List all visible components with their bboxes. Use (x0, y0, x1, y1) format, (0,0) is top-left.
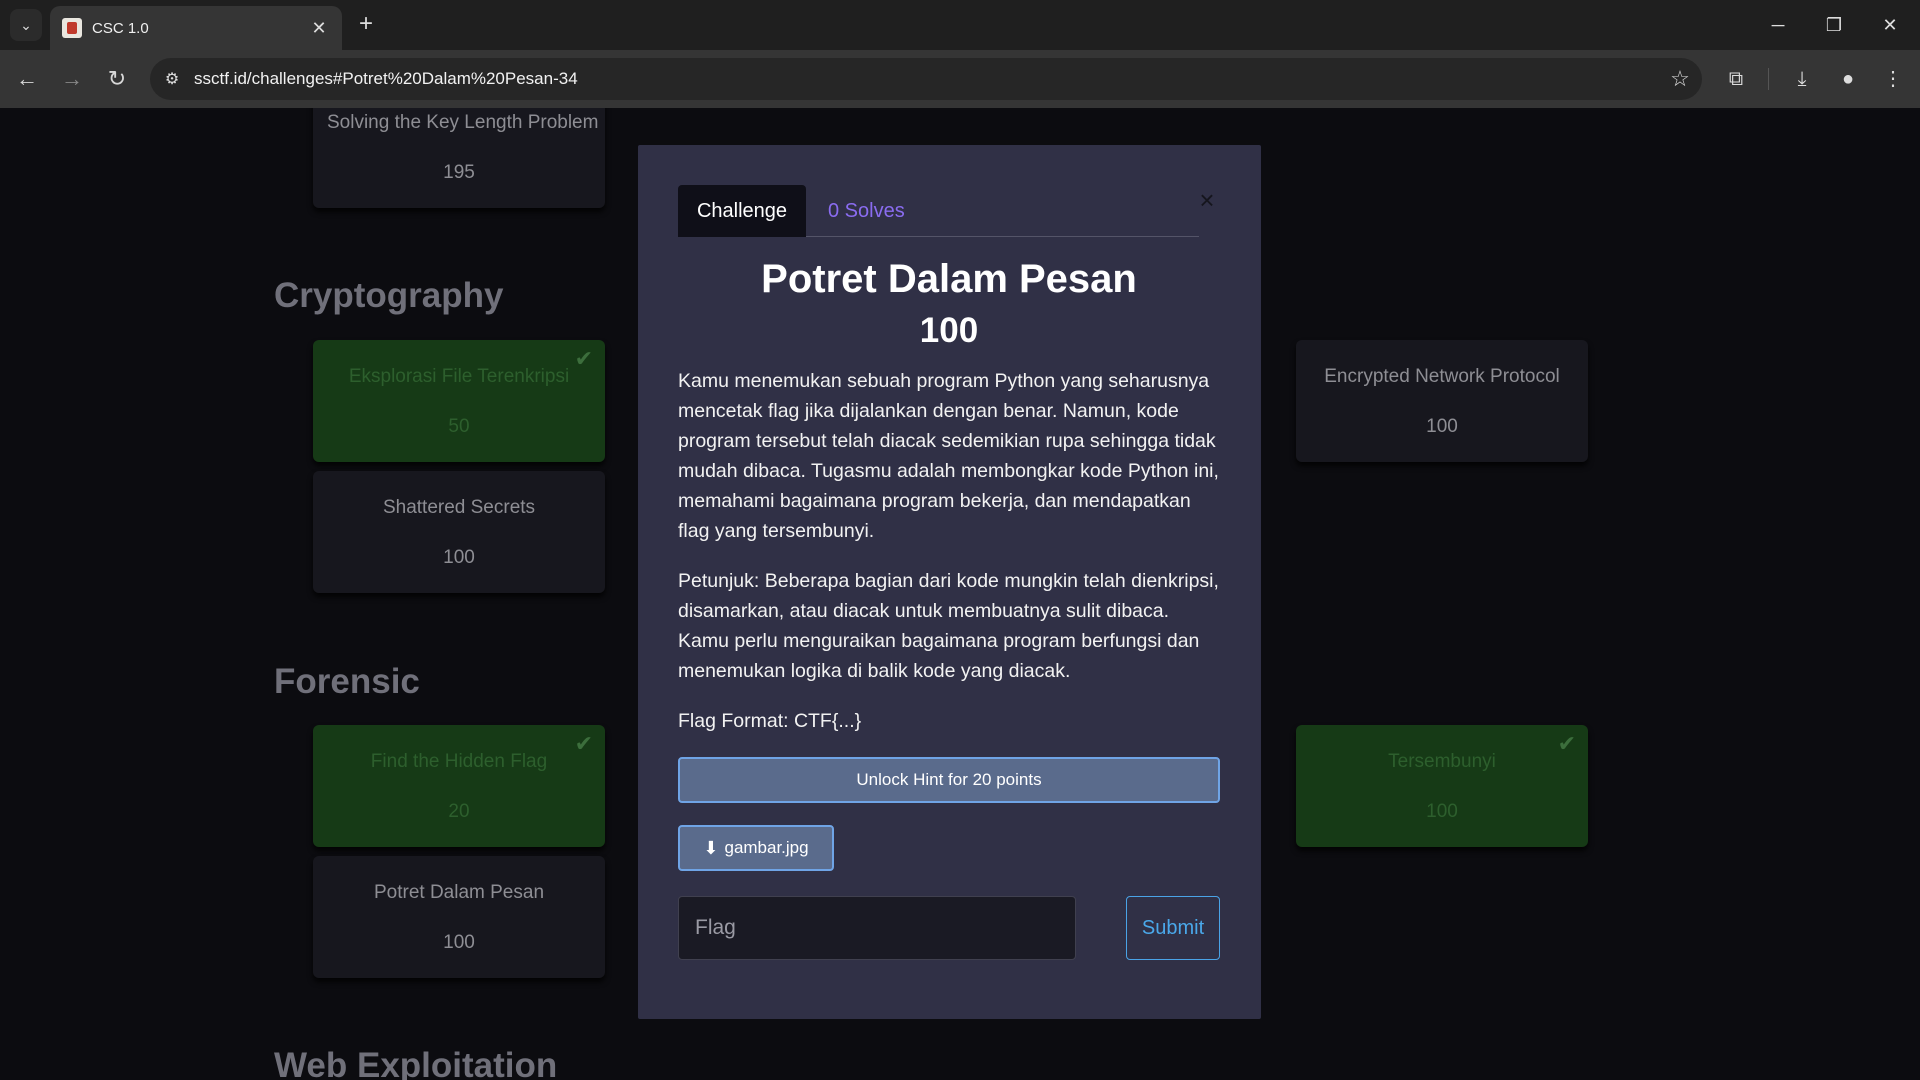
flag-input[interactable] (678, 896, 1076, 960)
tab-close-icon[interactable]: ✕ (308, 18, 330, 39)
menu-icon[interactable]: ⋮ (1878, 64, 1908, 94)
challenge-title: Potret Dalam Pesan (761, 257, 1137, 301)
extensions-icon[interactable]: ⧉ (1721, 64, 1751, 94)
new-tab-icon[interactable]: + (352, 10, 380, 38)
restore-icon[interactable]: ❐ (1814, 10, 1854, 40)
url-text[interactable]: ssctf.id/challenges#Potret%20Dalam%20Pes… (194, 69, 1658, 89)
profile-icon[interactable]: ● (1833, 64, 1863, 94)
card-name: Tersembunyi (1388, 751, 1496, 772)
tab-search-icon[interactable]: ⌄ (10, 9, 42, 41)
close-window-icon[interactable]: ✕ (1870, 10, 1910, 40)
hint-paragraph: Petunjuk: Beberapa bagian dari kode mung… (678, 570, 1219, 682)
card-points: 100 (443, 547, 475, 568)
category-title-web-exploitation: Web Exploitation (274, 1046, 558, 1080)
minimize-icon[interactable]: ─ (1758, 10, 1798, 40)
address-bar[interactable]: ⚙ ssctf.id/challenges#Potret%20Dalam%20P… (150, 58, 1702, 100)
download-icon: ⬇ (703, 837, 719, 858)
card-points: 100 (443, 932, 475, 953)
unlock-hint-button[interactable]: Unlock Hint for 20 points (678, 757, 1220, 803)
check-icon: ✔ (1557, 731, 1576, 756)
bookmark-star-icon[interactable]: ☆ (1658, 66, 1702, 92)
browser-tab-bar: ⌄ CSC 1.0 ✕ + ─ ❐ ✕ (0, 0, 1920, 50)
challenge-card-solved[interactable]: ✔ Tersembunyi 100 (1296, 725, 1588, 847)
close-icon[interactable]: × (1192, 185, 1222, 215)
card-name: Find the Hidden Flag (370, 751, 548, 772)
challenge-description: Kamu menemukan sebuah program Python yan… (678, 366, 1220, 756)
challenges-page: Cryptography Forensic Web Exploitation S… (0, 108, 1920, 1080)
check-icon: ✔ (574, 731, 593, 756)
challenge-points: 100 (919, 311, 979, 350)
card-name: Shattered Secrets (382, 497, 536, 518)
card-name: Solving the Key Length Problem (327, 112, 599, 133)
challenge-card[interactable]: Potret Dalam Pesan 100 (313, 856, 605, 978)
site-info-icon[interactable]: ⚙ (150, 69, 194, 89)
check-icon: ✔ (574, 346, 593, 371)
description-paragraph: Kamu menemukan sebuah program Python yan… (678, 370, 1219, 542)
category-title-forensic: Forensic (274, 662, 420, 701)
favicon-icon (62, 18, 82, 38)
browser-tab[interactable]: CSC 1.0 ✕ (50, 6, 342, 50)
submit-button[interactable]: Submit (1126, 896, 1220, 960)
modal-tabs: Challenge 0 Solves (678, 185, 1199, 237)
challenge-card-solved[interactable]: ✔ Find the Hidden Flag 20 (313, 725, 605, 847)
card-points: 20 (448, 801, 470, 822)
card-name: Eksplorasi File Terenkripsi (348, 366, 570, 387)
card-points: 195 (443, 162, 475, 183)
challenge-modal: Challenge 0 Solves × Potret Dalam Pesan … (638, 145, 1261, 1019)
back-icon[interactable]: ← (12, 64, 42, 94)
challenge-card[interactable]: Encrypted Network Protocol 100 (1296, 340, 1588, 462)
category-title-cryptography: Cryptography (274, 276, 504, 315)
reload-icon[interactable]: ↻ (102, 64, 132, 94)
toolbar-separator (1768, 68, 1769, 90)
tab-solves[interactable]: 0 Solves (828, 185, 905, 237)
challenge-card[interactable]: Shattered Secrets 100 (313, 471, 605, 593)
flag-format-text: Flag Format: CTF{...} (678, 710, 862, 732)
tab-title: CSC 1.0 (92, 19, 149, 37)
tab-challenge[interactable]: Challenge (678, 185, 806, 237)
card-points: 100 (1426, 801, 1458, 822)
card-name: Encrypted Network Protocol (1324, 366, 1560, 387)
challenge-card[interactable]: Solving the Key Length Problem 195 (313, 108, 605, 208)
card-name: Potret Dalam Pesan (373, 882, 545, 903)
browser-toolbar: ← → ↻ ⚙ ssctf.id/challenges#Potret%20Dal… (0, 50, 1920, 108)
card-points: 100 (1426, 416, 1458, 437)
file-name: gambar.jpg (724, 838, 809, 857)
download-icon[interactable]: ⤓ (1787, 64, 1817, 94)
forward-icon[interactable]: → (57, 64, 87, 94)
challenge-card-solved[interactable]: ✔ Eksplorasi File Terenkripsi 50 (313, 340, 605, 462)
download-file-button[interactable]: ⬇ gambar.jpg (678, 825, 834, 871)
card-points: 50 (448, 416, 470, 437)
